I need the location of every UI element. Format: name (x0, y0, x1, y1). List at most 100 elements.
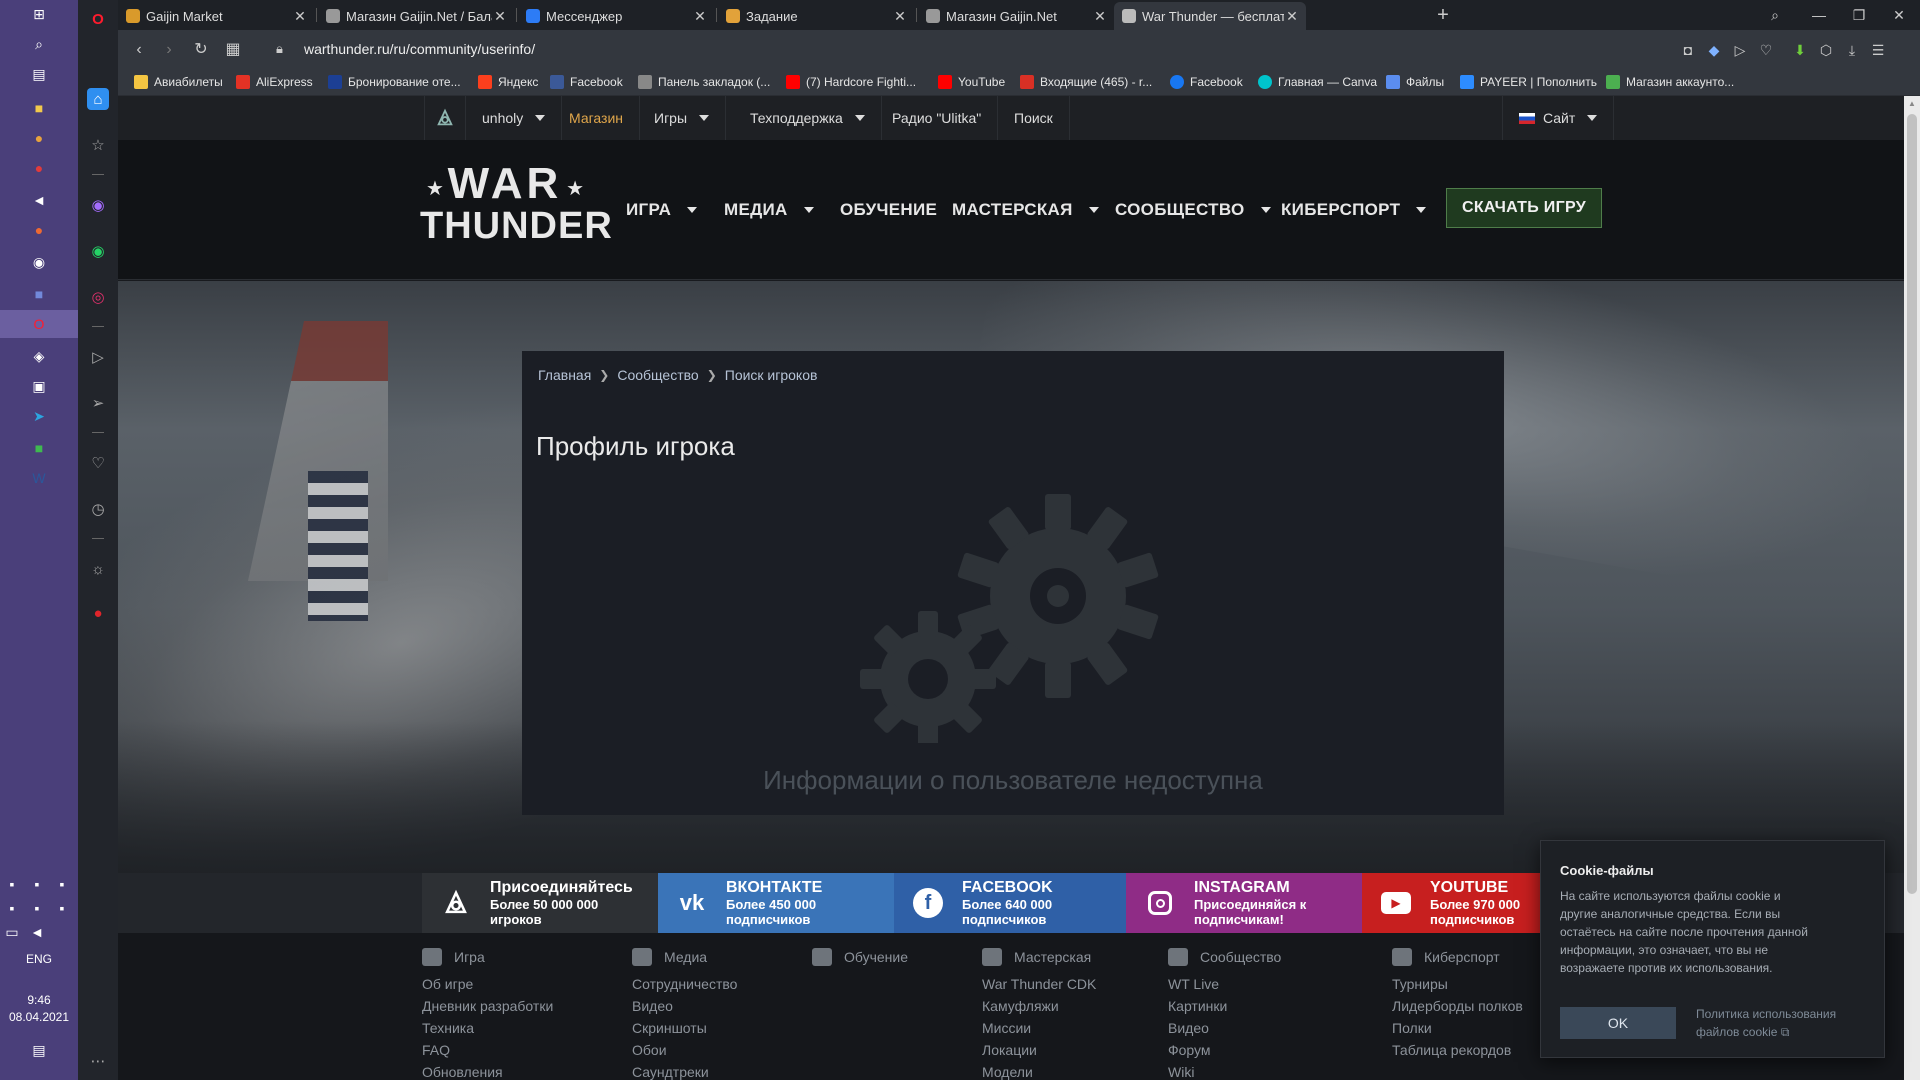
tab-gaijin-market[interactable]: Gaijin Market ✕ (118, 2, 314, 30)
tab-messenger[interactable]: Мессенджер ✕ (518, 2, 714, 30)
shop-link[interactable]: Магазин (553, 96, 641, 140)
footer-heading[interactable]: Мастерская (982, 947, 1096, 967)
tray-icon[interactable]: ▪ (52, 898, 72, 918)
footer-link[interactable]: Видео (632, 998, 737, 1016)
close-window-button[interactable]: ✕ (1884, 4, 1914, 26)
discord-icon[interactable]: ■ (29, 284, 49, 304)
scrollbar-thumb[interactable] (1907, 114, 1917, 894)
war-thunder-logo[interactable]: ★ ★ WAR THUNDER (420, 162, 612, 258)
footer-link[interactable]: Об игре (422, 976, 553, 994)
tray-icon[interactable]: ▪ (52, 874, 72, 894)
footer-heading[interactable]: Киберспорт (1392, 947, 1523, 967)
footer-link[interactable]: Форум (1168, 1042, 1281, 1060)
tab-gaijin-shop[interactable]: Магазин Gaijin.Net ✕ (918, 2, 1114, 30)
app-icon[interactable]: ● (29, 220, 49, 240)
close-icon[interactable]: ✕ (492, 8, 508, 25)
home-icon[interactable]: ⌂ (87, 88, 109, 110)
close-icon[interactable]: ✕ (292, 8, 308, 25)
footer-link[interactable]: Обои (632, 1042, 737, 1060)
speed-dial-star-icon[interactable]: ☆ (87, 134, 109, 156)
send-page-icon[interactable]: ▷ (1730, 40, 1750, 60)
footer-link[interactable]: Техника (422, 1020, 553, 1038)
close-icon[interactable]: ✕ (1092, 8, 1108, 25)
tray-icon[interactable]: ▪ (2, 898, 22, 918)
footer-heading[interactable]: Медиа (632, 947, 737, 967)
windows-start-icon[interactable]: ⊞ (29, 4, 49, 24)
more-icon[interactable]: ⋯ (87, 1050, 109, 1072)
bookmark-item[interactable]: Файлы (1386, 75, 1444, 89)
join-players-banner[interactable]: Присоединяйтесь Более 50 000 000 игроков (422, 873, 658, 933)
bookmark-item[interactable]: Главная — Canva (1258, 75, 1377, 89)
extension-icon[interactable]: ⬇ (1790, 40, 1810, 60)
new-tab-button[interactable]: + (1432, 4, 1454, 26)
speaker-icon[interactable]: ◄ (27, 922, 47, 942)
breadcrumb-player-search[interactable]: Поиск игроков (725, 367, 818, 383)
nav-media[interactable]: МЕДИА (724, 200, 814, 220)
heart-icon[interactable]: ♡ (1756, 40, 1776, 60)
breadcrumb-home[interactable]: Главная (538, 367, 591, 383)
network-icon[interactable]: ▭ (2, 922, 22, 942)
footer-heading[interactable]: Обучение (812, 947, 908, 967)
footer-link[interactable]: Дневник разработки (422, 998, 553, 1016)
package-icon[interactable]: ⬡ (1816, 40, 1836, 60)
footer-link[interactable]: Лидерборды полков (1392, 998, 1523, 1016)
footer-link[interactable]: Миссии (982, 1020, 1096, 1038)
volume-app-icon[interactable]: ◄ (29, 190, 49, 210)
footer-link[interactable]: Картинки (1168, 998, 1281, 1016)
vk-banner[interactable]: vk ВКОНТАКТЕ Более 450 000 подписчиков (658, 873, 894, 933)
footer-link[interactable]: WT Live (1168, 976, 1281, 994)
bookmark-item[interactable]: (7) Hardcore Fighti... (786, 75, 916, 89)
language-indicator[interactable]: ENG (0, 952, 78, 966)
app-icon[interactable]: ■ (29, 438, 49, 458)
footer-heading[interactable]: Игра (422, 947, 553, 967)
bookmark-item[interactable]: Facebook (1170, 75, 1243, 89)
minimize-button[interactable]: — (1804, 4, 1834, 26)
tab-assignment[interactable]: Задание ✕ (718, 2, 914, 30)
close-icon[interactable]: ✕ (892, 8, 908, 25)
footer-link[interactable]: Турниры (1392, 976, 1523, 994)
bookmark-item[interactable]: Facebook (550, 75, 623, 89)
bookmark-item[interactable]: PAYEER | Пополнить (1460, 75, 1597, 89)
tray-icon[interactable]: ▪ (2, 874, 22, 894)
facebook-banner[interactable]: f FACEBOOK Более 640 000 подписчиков (894, 873, 1126, 933)
nav-esports[interactable]: КИБЕРСПОРТ (1281, 200, 1427, 220)
breadcrumb-community[interactable]: Сообщество (617, 367, 698, 383)
instagram-banner[interactable]: INSTAGRAM Присоединяйся к подписчикам! (1126, 873, 1362, 933)
reload-button[interactable]: ↻ (190, 39, 212, 61)
site-language-menu[interactable]: Сайт (1502, 96, 1615, 140)
cookie-ok-button[interactable]: OK (1560, 1007, 1676, 1039)
footer-link[interactable]: Скриншоты (632, 1020, 737, 1038)
footer-link[interactable]: War Thunder CDK (982, 976, 1096, 994)
nav-learning[interactable]: ОБУЧЕНИЕ (840, 200, 937, 220)
tab-war-thunder[interactable]: War Thunder — бесплатна ✕ (1114, 2, 1306, 30)
footer-link[interactable]: Саундтреки (632, 1064, 737, 1080)
bookmark-item[interactable]: Авиабилеты (134, 75, 223, 89)
clock[interactable]: 9:46 08.04.2021 (0, 992, 78, 1026)
page-scrollbar[interactable]: ▲ (1904, 96, 1920, 1080)
footer-link[interactable]: Модели (982, 1064, 1096, 1080)
history-icon[interactable]: ◷ (87, 498, 109, 520)
bookmark-item[interactable]: Яндекс (478, 75, 538, 89)
back-button[interactable]: ‹ (128, 39, 150, 61)
send-icon[interactable]: ➢ (87, 392, 109, 414)
footer-heading[interactable]: Сообщество (1168, 947, 1281, 967)
opera-icon[interactable]: O (29, 314, 49, 334)
support-menu[interactable]: Техподдержка (734, 96, 882, 140)
footer-link[interactable]: Полки (1392, 1020, 1523, 1038)
footer-link[interactable]: Обновления (422, 1064, 553, 1080)
app-icon[interactable]: ◈ (29, 346, 49, 366)
footer-link[interactable]: Видео (1168, 1020, 1281, 1038)
bookmark-item[interactable]: Магазин аккаунто... (1606, 75, 1734, 89)
footer-link[interactable]: Камуфляжи (982, 998, 1096, 1016)
games-menu[interactable]: Игры (638, 96, 727, 140)
tabs-grid-icon[interactable]: ▦ (222, 39, 244, 61)
scroll-up-icon[interactable]: ▲ (1904, 99, 1920, 108)
app-icon[interactable]: ● (29, 158, 49, 178)
forward-button[interactable]: › (158, 39, 180, 61)
player-icon[interactable]: ▷ (87, 346, 109, 368)
search-tabs-icon[interactable]: ⌕ (1760, 4, 1790, 26)
restore-button[interactable]: ❐ (1844, 4, 1874, 26)
heart-icon[interactable]: ♡ (87, 452, 109, 474)
download-icon[interactable]: ⤓ (1842, 40, 1862, 60)
close-icon[interactable]: ✕ (692, 8, 708, 25)
